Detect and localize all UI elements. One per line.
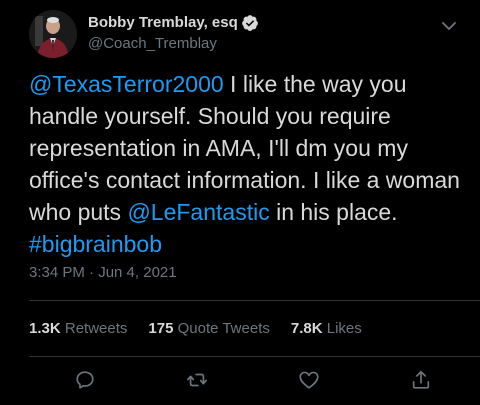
user-handle[interactable]: @Coach_Tremblay [88,34,259,54]
tweet-stats: 1.3K Retweets 175 Quote Tweets 7.8K Like… [29,320,383,337]
verified-badge-icon [241,15,258,31]
tweet-header: Bobby Tremblay, esq @Coach_Tremblay [29,10,469,60]
divider [29,300,480,301]
divider [29,356,480,357]
tweet-text-segment: in his place. [269,199,398,225]
likes-stat[interactable]: 7.8K Likes [291,320,362,337]
avatar[interactable] [29,10,77,58]
tweet-actions [0,365,480,395]
hashtag-link[interactable]: #bigbrainbob [29,231,162,257]
quote-tweets-count: 175 [148,320,174,337]
likes-label: Likes [326,320,362,337]
retweets-count: 1.3K [29,320,61,337]
reply-icon[interactable] [74,369,96,391]
mention-link[interactable]: @LeFantastic [127,199,269,225]
tweet-card: Bobby Tremblay, esq @Coach_Tremblay @Tex… [0,0,480,405]
display-name[interactable]: Bobby Tremblay, esq [88,13,238,33]
display-name-row[interactable]: Bobby Tremblay, esq [88,13,259,33]
retweet-icon[interactable] [186,369,208,391]
user-names: Bobby Tremblay, esq @Coach_Tremblay [88,13,259,54]
retweets-stat[interactable]: 1.3K Retweets [29,320,127,337]
avatar-image [29,10,77,58]
like-icon[interactable] [298,369,320,391]
retweets-label: Retweets [64,320,128,337]
tweet-text: @TexasTerror2000 I like the way you hand… [29,68,469,260]
tweet-timestamp[interactable]: 3:34 PM · Jun 4, 2021 [29,264,177,281]
quote-tweets-label: Quote Tweets [177,320,270,337]
likes-count: 7.8K [290,320,323,337]
more-options-chevron-icon[interactable] [437,14,461,38]
quote-tweets-stat[interactable]: 175 Quote Tweets [148,320,269,337]
share-icon[interactable] [410,369,432,391]
mention-link[interactable]: @TexasTerror2000 [29,71,224,97]
